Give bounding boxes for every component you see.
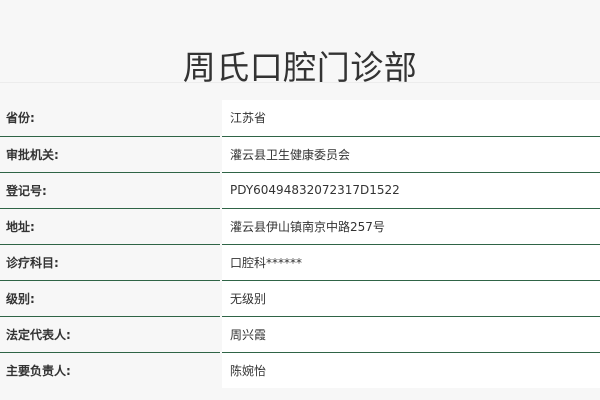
clinical-subjects-label: 诊疗科目: — [0, 244, 222, 281]
table-row-legal-representative: 法定代表人: 周兴霞 — [0, 316, 600, 353]
level-label: 级别: — [0, 280, 222, 317]
table-row-address: 地址: 灌云县伊山镇南京中路257号 — [0, 208, 600, 245]
table-row-registration-number: 登记号: PDY60494832072317D1522 — [0, 172, 600, 209]
province-label: 省份: — [0, 100, 222, 137]
page-bottom-area — [0, 388, 600, 400]
page-title: 周氏口腔门诊部 — [182, 48, 418, 88]
level-value: 无级别 — [221, 280, 600, 317]
table-row-province: 省份: 江苏省 — [0, 100, 600, 137]
table-row-approval-authority: 审批机关: 灌云县卫生健康委员会 — [0, 136, 600, 173]
province-value: 江苏省 — [221, 100, 600, 137]
legal-representative-label: 法定代表人: — [0, 316, 222, 353]
approval-authority-label: 审批机关: — [0, 136, 222, 173]
approval-authority-value: 灌云县卫生健康委员会 — [221, 136, 600, 173]
clinic-info-table: 省份: 江苏省 审批机关: 灌云县卫生健康委员会 登记号: PDY6049483… — [0, 100, 600, 389]
legal-representative-value: 周兴霞 — [221, 316, 600, 353]
address-value: 灌云县伊山镇南京中路257号 — [221, 208, 600, 245]
main-responsible-person-value: 陈婉怡 — [221, 352, 600, 389]
main-responsible-person-label: 主要负责人: — [0, 352, 222, 389]
table-row-clinical-subjects: 诊疗科目: 口腔科****** — [0, 244, 600, 281]
clinical-subjects-value: 口腔科****** — [221, 244, 600, 281]
table-row-level: 级别: 无级别 — [0, 280, 600, 317]
registration-number-label: 登记号: — [0, 172, 222, 209]
table-row-main-responsible-person: 主要负责人: 陈婉怡 — [0, 352, 600, 389]
page-header: 周氏口腔门诊部 — [0, 0, 600, 87]
clinic-detail-page: 周氏口腔门诊部 省份: 江苏省 审批机关: 灌云县卫生健康委员会 登记号: PD… — [0, 0, 600, 400]
address-label: 地址: — [0, 208, 222, 245]
registration-number-value: PDY60494832072317D1522 — [221, 172, 600, 209]
